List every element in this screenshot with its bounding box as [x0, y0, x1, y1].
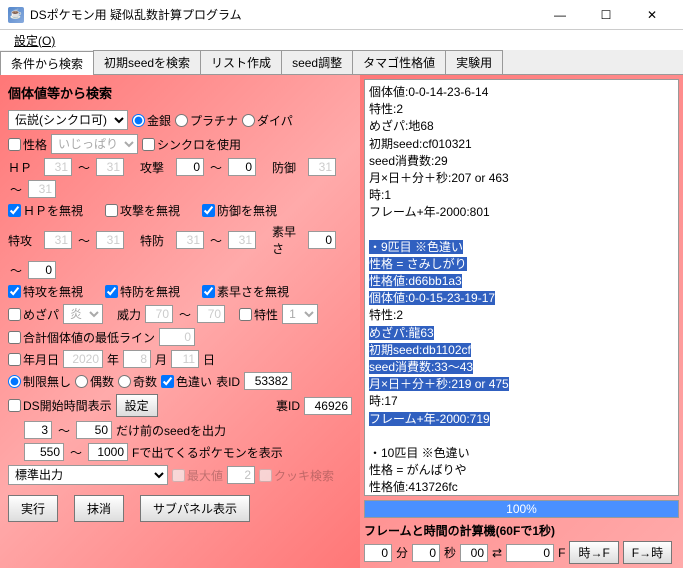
ign-hp[interactable]: ＨＰを無視	[8, 202, 83, 219]
spa-label: 特攻	[8, 232, 40, 249]
progress-fill: 100%	[365, 501, 678, 517]
sum-chk[interactable]: 合計個体値の最低ライン	[8, 329, 155, 346]
nature-select[interactable]: いじっぱり	[51, 134, 138, 154]
day-input[interactable]	[171, 350, 199, 368]
output-select[interactable]: 標準出力	[8, 465, 168, 485]
calc-sec[interactable]	[412, 544, 440, 562]
inv-max-chk: 最大値	[172, 467, 223, 484]
run-button[interactable]: 実行	[8, 495, 58, 522]
inv-max-val	[227, 466, 255, 484]
progress-bar: 100%	[364, 500, 679, 518]
maximize-button[interactable]: ☐	[583, 0, 629, 30]
inv-cookie-chk: クッキ検索	[259, 467, 334, 484]
radio-dp[interactable]: ダイパ	[242, 112, 293, 129]
tid-label: 表ID	[216, 373, 240, 390]
spd-hi[interactable]	[228, 231, 256, 249]
window-title: DSポケモン用 疑似乱数計算プログラム	[30, 6, 537, 23]
ign-atk[interactable]: 攻撃を無視	[105, 202, 180, 219]
ign-spe[interactable]: 素早さを無視	[202, 283, 289, 300]
sid-input[interactable]	[304, 397, 352, 415]
close-button[interactable]: ✕	[629, 0, 675, 30]
back-hi[interactable]	[76, 421, 112, 439]
sid-label: 裏ID	[276, 397, 300, 414]
spd-lo[interactable]	[176, 231, 204, 249]
date-chk[interactable]: 年月日	[8, 351, 59, 368]
menubar: 設定(O)	[0, 30, 683, 50]
spe-lo[interactable]	[308, 231, 336, 249]
hidden-chk[interactable]: めざパ	[8, 306, 59, 323]
subpanel-button[interactable]: サブパネル表示	[140, 495, 250, 522]
titlebar: ☕ DSポケモン用 疑似乱数計算プログラム — ☐ ✕	[0, 0, 683, 30]
hp-lo[interactable]	[44, 158, 72, 176]
atk-hi[interactable]	[228, 158, 256, 176]
def-label: 防御	[272, 159, 304, 176]
frame-lo[interactable]	[24, 443, 64, 461]
to-frame-button[interactable]: 時→F	[569, 541, 618, 564]
tab-seed-adj[interactable]: seed調整	[281, 50, 353, 74]
hp-label: ＨＰ	[8, 159, 40, 176]
def-lo[interactable]	[308, 158, 336, 176]
frame-calc-title: フレームと時間の計算機(60Fで1秒)	[364, 522, 679, 539]
radio-pt[interactable]: プラチナ	[175, 112, 238, 129]
tab-seed-search[interactable]: 初期seedを検索	[93, 50, 201, 74]
to-time-button[interactable]: F→時	[623, 541, 672, 564]
year-input[interactable]	[63, 350, 103, 368]
left-panel: 個体値等から検索 伝説(シンクロ可) 金銀 プラチナ ダイパ 性格 いじっぱり …	[0, 75, 360, 568]
section-title: 個体値等から検索	[8, 83, 352, 102]
spd-label: 特防	[140, 232, 172, 249]
limit-none[interactable]: 制限無し	[8, 373, 71, 390]
calc-csec[interactable]	[460, 544, 488, 562]
atk-label: 攻撃	[140, 159, 172, 176]
right-panel: 個体値:0-0-14-23-6-14 特性:2 めざパ:地68 初期seed:c…	[360, 75, 683, 568]
power-label: 威力	[117, 306, 141, 323]
clear-button[interactable]: 抹消	[74, 495, 124, 522]
ign-spd[interactable]: 特防を無視	[105, 283, 180, 300]
ign-spa[interactable]: 特攻を無視	[8, 283, 83, 300]
shiny-chk[interactable]: 色違い	[161, 373, 212, 390]
minimize-button[interactable]: —	[537, 0, 583, 30]
spa-hi[interactable]	[96, 231, 124, 249]
calc-frame[interactable]	[506, 544, 554, 562]
month-input[interactable]	[123, 350, 151, 368]
syncro-chk[interactable]: シンクロを使用	[142, 136, 241, 153]
tab-egg[interactable]: タマゴ性格値	[352, 50, 446, 74]
frame-text: Fで出てくるポケモンを表示	[132, 444, 283, 461]
atk-lo[interactable]	[176, 158, 204, 176]
app-icon: ☕	[8, 7, 24, 23]
tab-list[interactable]: リスト作成	[200, 50, 282, 74]
sum-input[interactable]	[159, 328, 195, 346]
menu-settings[interactable]: 設定(O)	[8, 30, 61, 51]
radio-gs[interactable]: 金銀	[132, 112, 171, 129]
tid-input[interactable]	[244, 372, 292, 390]
limit-even[interactable]: 偶数	[75, 373, 114, 390]
ability-select[interactable]: 1	[282, 304, 318, 324]
nature-chk[interactable]: 性格	[8, 136, 47, 153]
spe-label: 素早さ	[272, 223, 304, 257]
spa-lo[interactable]	[44, 231, 72, 249]
ign-def[interactable]: 防御を無視	[202, 202, 277, 219]
back-text: だけ前のseedを出力	[116, 422, 226, 439]
preset-select[interactable]: 伝説(シンクロ可)	[8, 110, 128, 130]
hp-hi[interactable]	[96, 158, 124, 176]
def-hi[interactable]	[28, 180, 56, 198]
cfg-button[interactable]: 設定	[116, 394, 158, 417]
dstime-chk[interactable]: DS開始時間表示	[8, 397, 112, 414]
spe-hi[interactable]	[28, 261, 56, 279]
pow-lo[interactable]	[145, 305, 173, 323]
pow-hi[interactable]	[197, 305, 225, 323]
output-area[interactable]: 個体値:0-0-14-23-6-14 特性:2 めざパ:地68 初期seed:c…	[364, 79, 679, 496]
swap-icon: ⇄	[492, 546, 502, 560]
limit-odd[interactable]: 奇数	[118, 373, 157, 390]
window-buttons: — ☐ ✕	[537, 0, 675, 30]
tab-search-cond[interactable]: 条件から検索	[0, 51, 94, 75]
tabbar: 条件から検索 初期seedを検索 リスト作成 seed調整 タマゴ性格値 実験用	[0, 50, 683, 75]
frame-hi[interactable]	[88, 443, 128, 461]
back-lo[interactable]	[24, 421, 52, 439]
ability-chk[interactable]: 特性	[239, 306, 278, 323]
calc-min[interactable]	[364, 544, 392, 562]
tab-exp[interactable]: 実験用	[445, 50, 503, 74]
hidden-select[interactable]: 炎	[63, 304, 103, 324]
